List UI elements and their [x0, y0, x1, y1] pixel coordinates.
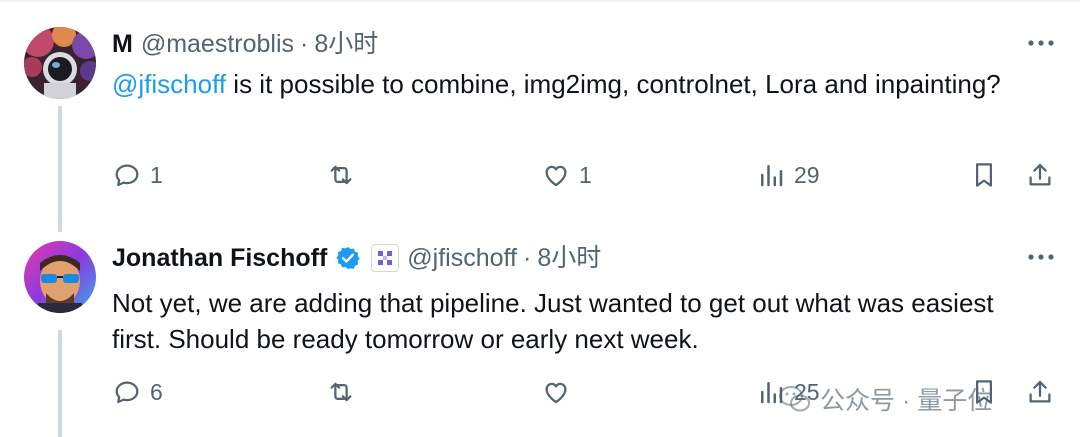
reply-button[interactable]: 6 — [112, 377, 163, 407]
repost-icon — [330, 165, 352, 185]
share-icon — [1029, 163, 1051, 186]
action-bar: 6 25 — [0, 377, 1080, 417]
reply-icon — [115, 164, 139, 187]
reply-count: 1 — [150, 161, 163, 188]
reply-count: 6 — [150, 378, 163, 405]
views-count: 25 — [794, 378, 820, 405]
views-count: 29 — [794, 161, 820, 188]
like-button[interactable] — [541, 377, 579, 407]
more-icon[interactable] — [1026, 28, 1056, 58]
verified-badge-icon — [335, 245, 361, 271]
repost-icon — [330, 382, 352, 402]
views-button[interactable]: 29 — [756, 160, 820, 190]
affiliation-icon[interactable] — [371, 244, 400, 272]
author-name[interactable]: Jonathan Fischoff — [112, 243, 327, 273]
tweet-header: Jonathan Fischoff @jfischoff · 8小时 — [112, 243, 601, 273]
share-button[interactable] — [1025, 377, 1055, 407]
share-button[interactable] — [1025, 160, 1055, 190]
author-handle[interactable]: @jfischoff — [407, 243, 517, 273]
timestamp[interactable]: 8小时 — [537, 243, 601, 273]
views-icon — [761, 382, 783, 404]
separator-dot: · — [522, 244, 532, 272]
views-icon — [761, 165, 783, 187]
avatar-maestroblis[interactable] — [24, 27, 96, 99]
action-bar: 1 1 29 — [0, 160, 1080, 200]
repost-button[interactable] — [326, 377, 364, 407]
reply-icon — [115, 381, 139, 404]
more-icon[interactable] — [1026, 242, 1056, 272]
mention-link[interactable]: @jfischoff — [112, 69, 226, 99]
tweet-text-content: is it possible to combine, img2img, cont… — [226, 69, 1001, 99]
repost-button[interactable] — [326, 160, 364, 190]
separator-dot: · — [300, 30, 309, 58]
bookmark-button[interactable] — [969, 160, 999, 190]
bookmark-icon — [976, 380, 992, 404]
like-button[interactable]: 1 — [541, 160, 592, 190]
bookmark-button[interactable] — [969, 377, 999, 407]
tweet-header: M @maestroblis · 8小时 — [112, 29, 378, 59]
thread-connector-line — [58, 330, 62, 437]
like-count: 1 — [579, 161, 592, 188]
reply-button[interactable]: 1 — [112, 160, 163, 190]
like-icon — [545, 165, 567, 187]
reply-tweet-1[interactable]: M @maestroblis · 8小时 @jfischoff is it po… — [0, 0, 1080, 215]
author-handle[interactable]: @maestroblis — [141, 29, 294, 59]
timestamp[interactable]: 8小时 — [314, 29, 378, 59]
tweet-text: @jfischoff is it possible to combine, im… — [112, 66, 1042, 102]
author-name[interactable]: M — [112, 29, 133, 59]
share-icon — [1029, 380, 1051, 403]
bookmark-icon — [976, 163, 992, 187]
views-button[interactable]: 25 — [756, 377, 820, 407]
like-icon — [545, 382, 567, 404]
thread-connector-line — [58, 106, 62, 232]
avatar-jfischoff[interactable] — [24, 241, 96, 313]
reply-tweet-2[interactable]: Jonathan Fischoff @jfischoff · 8小时 Not y… — [0, 217, 1080, 437]
tweet-text: Not yet, we are adding that pipeline. Ju… — [112, 288, 994, 354]
